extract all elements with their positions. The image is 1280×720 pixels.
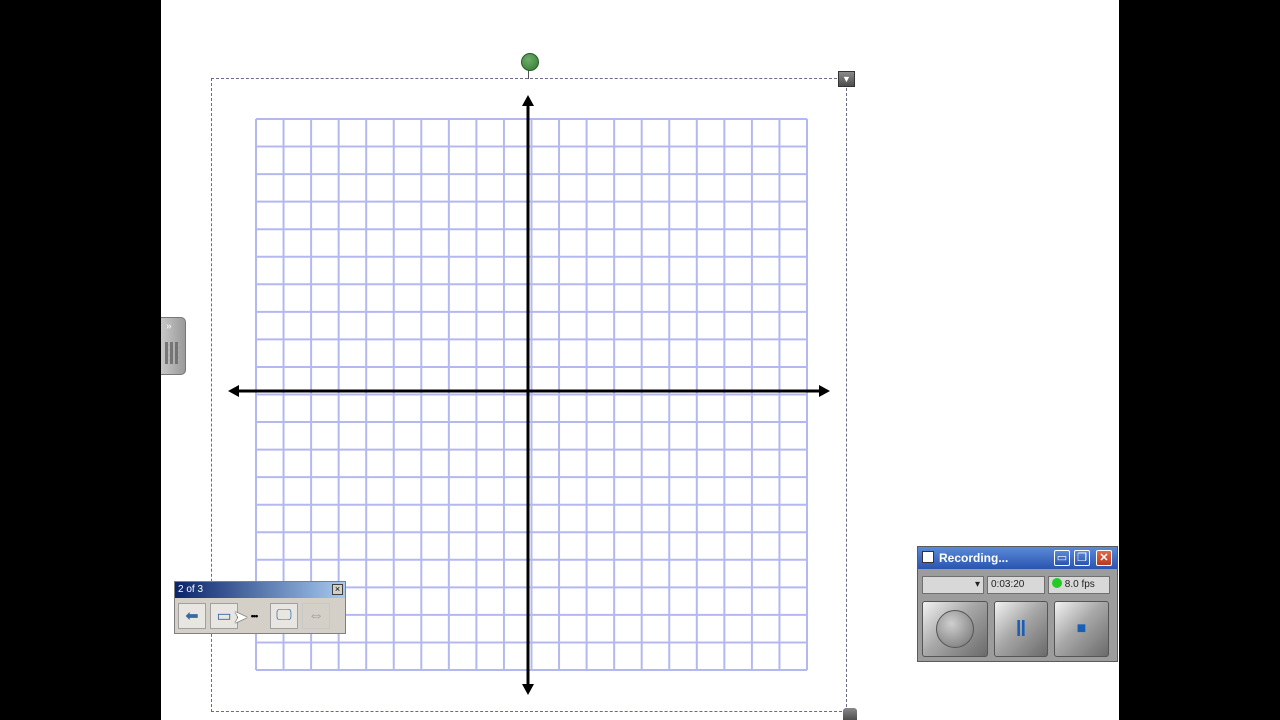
frame-rate: 8.0 fps bbox=[1064, 579, 1095, 590]
display-button[interactable]: 🖵 bbox=[270, 603, 298, 629]
page-navigator-titlebar[interactable]: 2 of 3 × bbox=[175, 582, 345, 598]
stop-button[interactable]: ■ bbox=[1054, 601, 1109, 657]
stop-icon: ■ bbox=[1076, 620, 1087, 637]
side-panel-tab[interactable]: » bbox=[161, 317, 186, 375]
recorder-close-button[interactable]: ✕ bbox=[1096, 550, 1112, 566]
recording-source-select[interactable]: ▾ bbox=[922, 576, 984, 594]
object-menu-button[interactable]: ▼ bbox=[838, 71, 855, 87]
double-chevron-icon: » bbox=[166, 321, 172, 332]
frame-rate-indicator: 8.0 fps bbox=[1048, 576, 1110, 594]
monitor-icon: 🖵 bbox=[276, 607, 292, 624]
recorder-window: Recording... ▭ ❐ ✕ ▾ 0:03:20 8.0 fps ‖ ■ bbox=[917, 546, 1118, 662]
recorder-app-icon bbox=[922, 551, 934, 563]
ellipsis-icon: ••• bbox=[250, 611, 259, 621]
rotate-handle[interactable] bbox=[521, 53, 539, 71]
status-light-icon bbox=[1052, 578, 1062, 588]
page-next-icon: ▭ bbox=[216, 608, 232, 625]
chevron-down-icon: ▾ bbox=[974, 579, 980, 590]
arrow-left-icon: ⬅ bbox=[185, 608, 199, 625]
close-button[interactable]: × bbox=[332, 584, 343, 595]
record-icon bbox=[936, 610, 974, 648]
recorder-titlebar[interactable]: Recording... ▭ ❐ ✕ bbox=[918, 547, 1117, 569]
page-counter: 2 of 3 bbox=[178, 584, 204, 595]
record-button[interactable] bbox=[922, 601, 988, 657]
mouse-cursor-icon: ➤ bbox=[233, 607, 249, 627]
move-toolbar-button[interactable]: ⇔ bbox=[302, 603, 330, 629]
recorder-title: Recording... bbox=[939, 551, 1009, 565]
pause-icon: ‖ bbox=[1015, 616, 1027, 641]
move-arrows-icon: ⇔ bbox=[308, 607, 324, 624]
previous-page-button[interactable]: ⬅ bbox=[178, 603, 206, 629]
dropdown-arrow-icon: ▼ bbox=[842, 74, 851, 84]
pause-button[interactable]: ‖ bbox=[994, 601, 1048, 657]
keyboard-icon bbox=[165, 342, 179, 364]
minimize-button[interactable]: ▭ bbox=[1054, 550, 1070, 566]
resize-handle[interactable] bbox=[843, 708, 857, 720]
restore-button[interactable]: ❐ bbox=[1074, 550, 1090, 566]
page-navigator-toolbar: 2 of 3 × ⬅ ▭ ••• 🖵 ⇔ bbox=[174, 581, 346, 634]
elapsed-time: 0:03:20 bbox=[987, 576, 1045, 594]
